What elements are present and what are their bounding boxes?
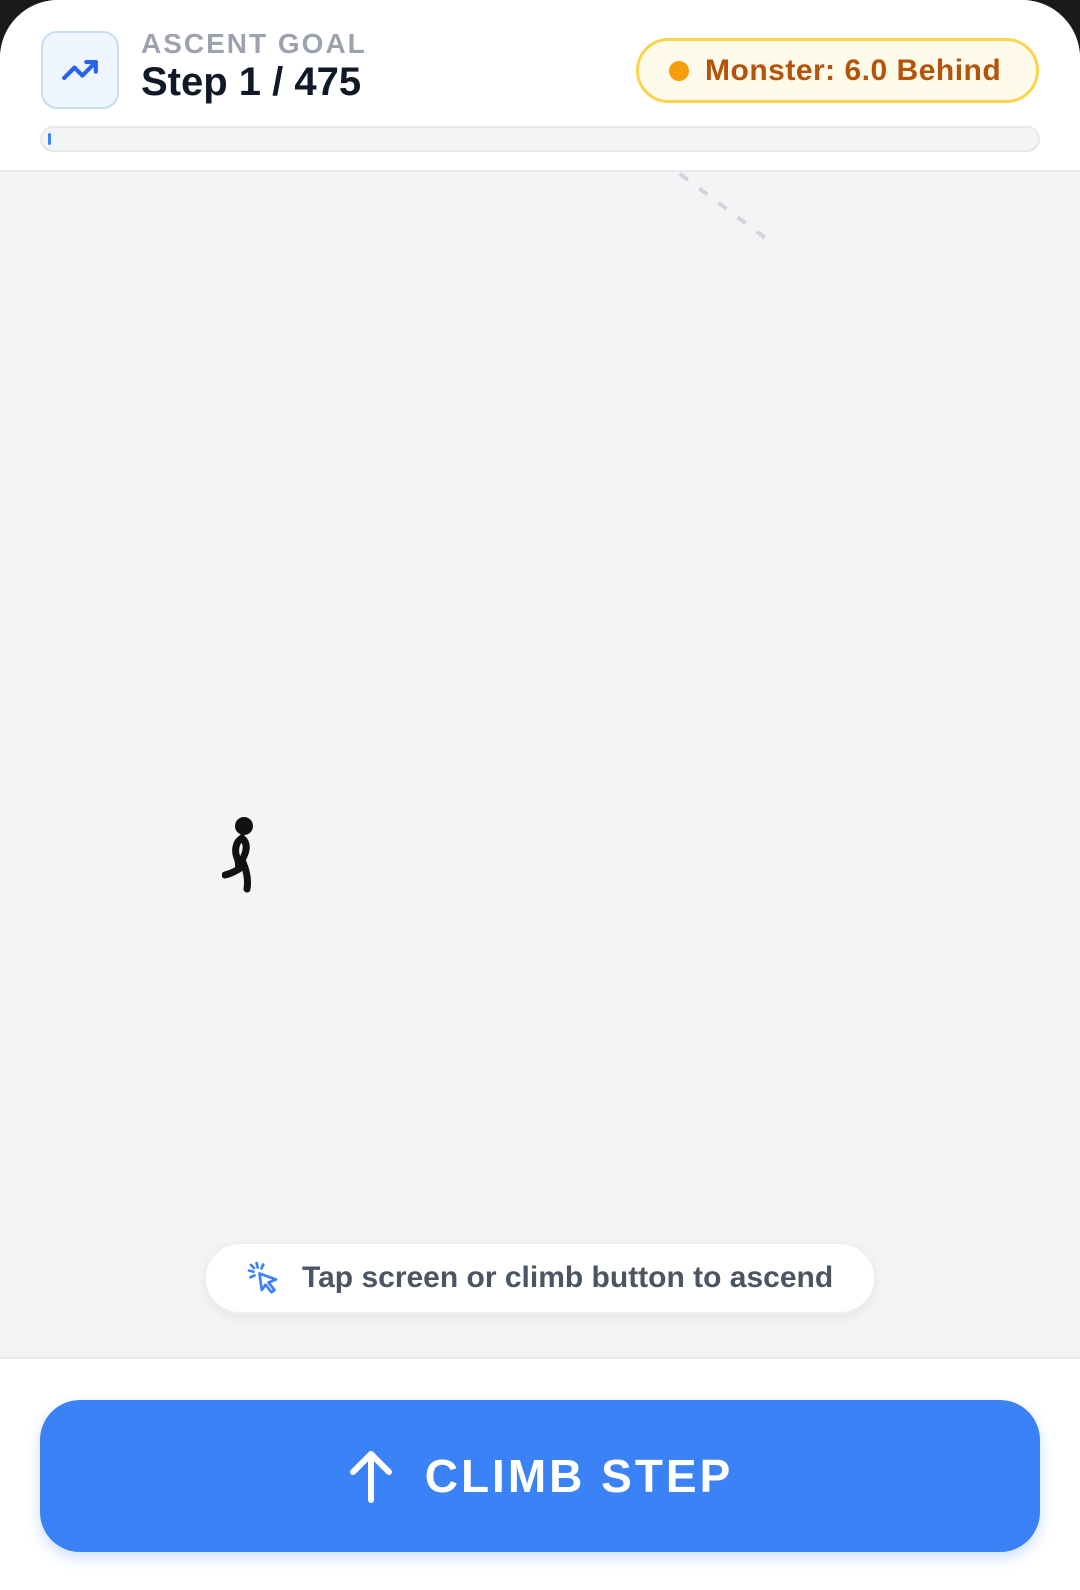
walking-person-icon — [222, 817, 253, 893]
step-counter: Step 1 / 475 — [141, 60, 362, 104]
header-bar: ASCENT GOAL Step 1 / 475 Monster: 6.0 Be… — [0, 0, 1080, 172]
monster-status-badge: Monster: 6.0 Behind — [636, 38, 1039, 103]
goal-icon-box — [41, 31, 119, 109]
trending-up-icon — [62, 60, 98, 80]
climb-step-button[interactable]: CLIMB STEP — [40, 1400, 1040, 1552]
tap-cursor-icon — [247, 1261, 278, 1294]
play-area[interactable]: Tap screen or climb button to ascend — [0, 172, 1080, 1357]
goal-label: ASCENT GOAL — [141, 28, 367, 59]
ascent-progress-bar — [40, 126, 1040, 152]
game-screen: ASCENT GOAL Step 1 / 475 Monster: 6.0 Be… — [0, 0, 1080, 1590]
climb-step-label: CLIMB STEP — [424, 1450, 734, 1502]
status-dot-icon — [669, 60, 689, 81]
hint-pill: Tap screen or climb button to ascend — [204, 1242, 876, 1314]
footer-bar: CLIMB STEP — [0, 1357, 1080, 1590]
arrow-up-icon — [349, 1451, 392, 1503]
monster-status-text: Monster: 6.0 Behind — [705, 53, 1002, 87]
monster-trail-dashes — [678, 172, 770, 242]
progress-fill — [48, 133, 51, 145]
hint-text: Tap screen or climb button to ascend — [302, 1261, 834, 1294]
